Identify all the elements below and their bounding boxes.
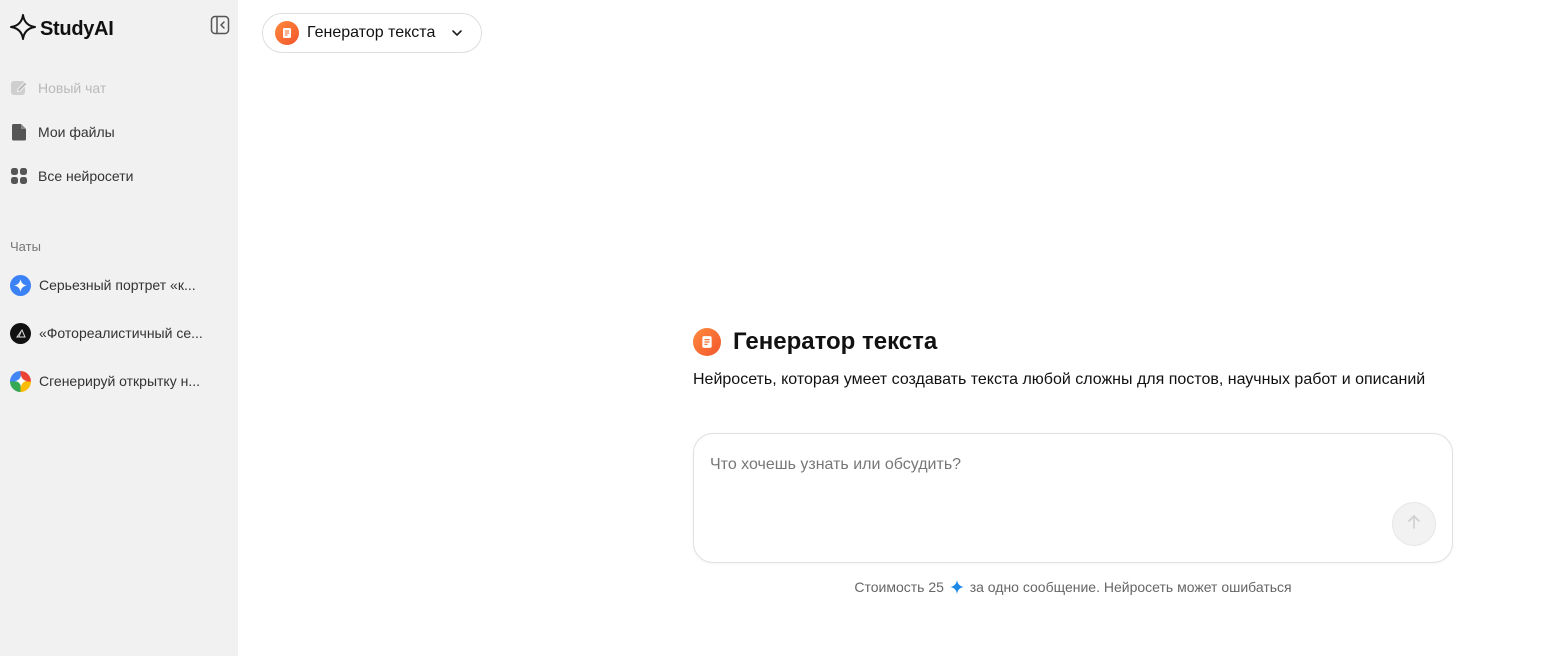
gemini-avatar: [10, 274, 31, 296]
chat-title: Серьезный портрет «к...: [39, 277, 196, 293]
my-files-label: Мои файлы: [38, 124, 115, 140]
model-selector-label: Генератор текста: [307, 24, 436, 41]
chat-title: «Фотореалистичный се...: [39, 325, 203, 341]
text-generator-icon: [275, 21, 299, 45]
app-root: StudyAI Новый чат Мои файлы Все нейросет…: [0, 0, 1560, 656]
arrow-up-icon: [1405, 513, 1423, 536]
new-chat-label: Новый чат: [38, 80, 107, 96]
my-files-button[interactable]: Мои файлы: [10, 120, 230, 144]
new-chat-button[interactable]: Новый чат: [10, 76, 230, 100]
cost-text-after: за одно сообщение. Нейросеть может ошиба…: [969, 579, 1292, 595]
chat-item[interactable]: Сгенерируй открытку н...: [10, 368, 230, 394]
model-selector[interactable]: Генератор текста: [262, 13, 482, 53]
all-models-label: Все нейросети: [38, 168, 134, 184]
edit-icon: [10, 79, 28, 97]
brand-name: StudyAI: [40, 18, 114, 40]
multicolor-avatar: [10, 370, 31, 392]
chat-item[interactable]: Серьезный портрет «к...: [10, 272, 230, 298]
file-icon: [10, 123, 28, 141]
model-description: Нейросеть, которая умеет создавать текст…: [693, 371, 1426, 388]
midjourney-avatar: [10, 322, 31, 344]
sidebar-nav: Новый чат Мои файлы Все нейросети: [10, 76, 230, 208]
text-generator-icon: [693, 328, 721, 356]
chat-list: Серьезный портрет «к... «Фотореалистичны…: [10, 272, 230, 416]
chevron-down-icon: [451, 27, 463, 39]
all-models-button[interactable]: Все нейросети: [10, 164, 230, 188]
chat-title: Сгенерируй открытку н...: [39, 373, 201, 389]
cost-text-before: Стоимость 25: [854, 579, 944, 595]
sidebar: StudyAI Новый чат Мои файлы Все нейросет…: [0, 0, 238, 656]
spark-icon: [949, 580, 964, 597]
message-composer: [693, 433, 1453, 563]
hero-header: Генератор текста: [693, 328, 937, 356]
grid-icon: [10, 167, 28, 185]
send-button[interactable]: [1392, 502, 1436, 546]
message-input[interactable]: [710, 456, 1380, 516]
brand[interactable]: StudyAI: [10, 14, 114, 45]
page-title: Генератор текста: [733, 328, 938, 355]
sparkle-icon: [10, 14, 36, 45]
sidebar-collapse-icon: [210, 15, 230, 40]
sidebar-collapse-button[interactable]: [209, 15, 231, 40]
chats-section-label: Чаты: [10, 239, 41, 254]
cost-notice: Стоимость 25 за одно сообщение. Нейросет…: [693, 579, 1453, 597]
chat-item[interactable]: «Фотореалистичный се...: [10, 320, 230, 346]
